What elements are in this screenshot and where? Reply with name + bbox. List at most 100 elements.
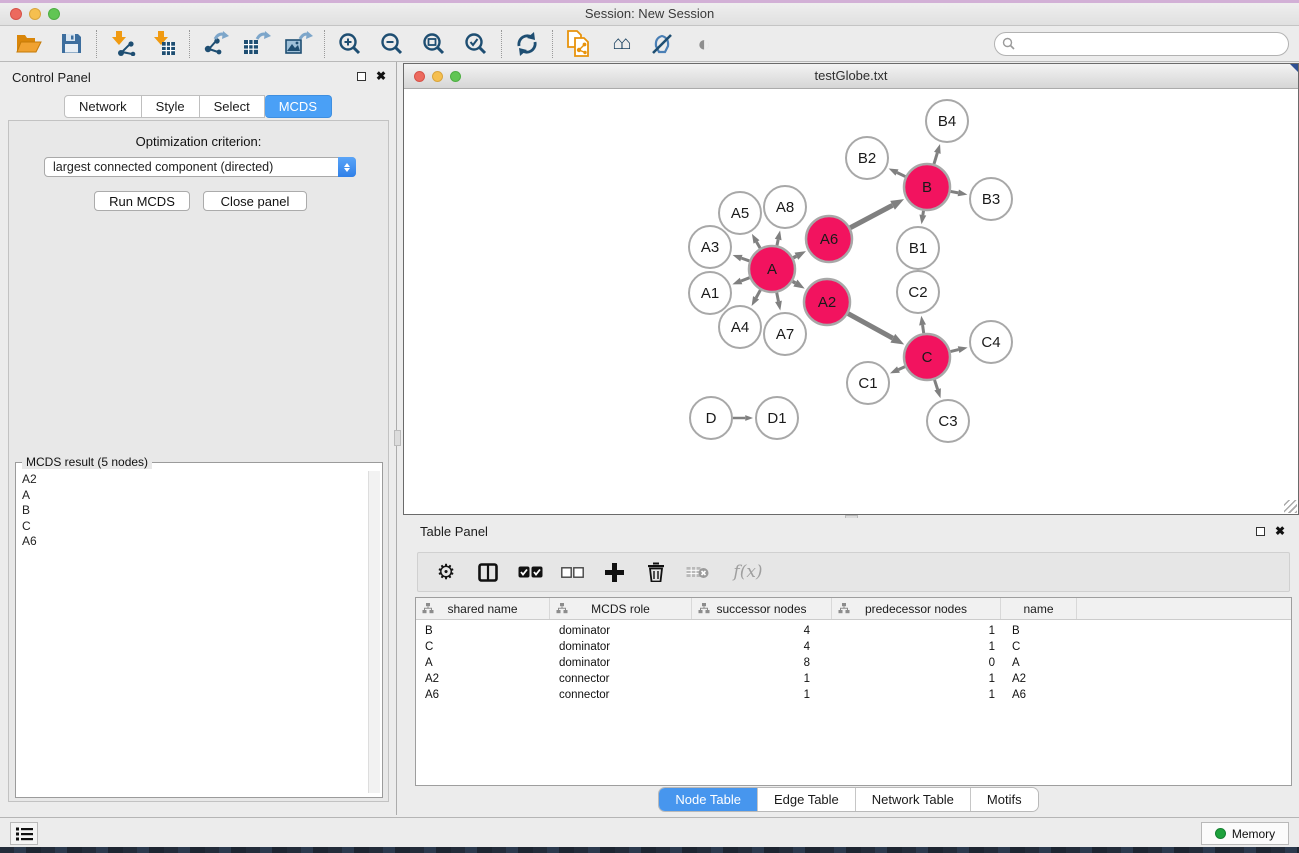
table-cell[interactable]: A2: [416, 673, 550, 685]
zoom-fit-icon[interactable]: [413, 28, 455, 60]
tab-edge-table[interactable]: Edge Table: [757, 788, 855, 811]
deselect-all-icon[interactable]: [558, 558, 586, 586]
table-cell[interactable]: A2: [1001, 673, 1077, 685]
result-scrollbar[interactable]: [368, 471, 380, 793]
eye-icon[interactable]: ◐: [683, 28, 725, 60]
table-cell[interactable]: 0: [832, 657, 1001, 669]
graph-edge[interactable]: [741, 258, 749, 261]
home-icon[interactable]: ⌂⌂: [599, 28, 641, 60]
tab-motifs[interactable]: Motifs: [970, 788, 1038, 811]
column-header-MCDS-role[interactable]: MCDS role: [550, 598, 692, 619]
table-cell[interactable]: 1: [832, 689, 1001, 701]
close-panel-icon[interactable]: ✖: [1275, 525, 1285, 537]
criterion-dropdown[interactable]: largest connected component (directed): [44, 157, 356, 177]
graph-edge[interactable]: [741, 278, 750, 281]
table-cell[interactable]: 1: [692, 689, 832, 701]
table-cell[interactable]: 4: [692, 641, 832, 653]
table-row[interactable]: Adominator80A: [416, 655, 1291, 671]
graph-edge[interactable]: [756, 290, 760, 298]
graph-edge[interactable]: [848, 314, 893, 339]
network-canvas[interactable]: B4B2BB3A8A5A6A3B1AC2A1A2A4A7C4CC1DD1C3: [404, 90, 1298, 514]
graph-edge[interactable]: [777, 293, 779, 302]
export-image-icon[interactable]: [278, 28, 320, 60]
function-builder-icon[interactable]: f(x): [726, 558, 770, 586]
table-cell[interactable]: B: [416, 625, 550, 637]
graph-edge[interactable]: [934, 380, 937, 390]
delete-table-icon[interactable]: [684, 558, 712, 586]
tab-network[interactable]: Network: [64, 95, 142, 118]
float-panel-icon[interactable]: [1256, 527, 1265, 536]
table-cell[interactable]: 1: [692, 673, 832, 685]
table-cell[interactable]: A6: [1001, 689, 1077, 701]
result-item[interactable]: A2: [20, 472, 364, 488]
graph-edge[interactable]: [923, 325, 924, 333]
select-all-icon[interactable]: [516, 558, 544, 586]
result-item[interactable]: A6: [20, 534, 364, 550]
export-network-icon[interactable]: [194, 28, 236, 60]
clone-network-icon[interactable]: [557, 28, 599, 60]
memory-button[interactable]: Memory: [1201, 822, 1289, 845]
table-cell[interactable]: 1: [832, 673, 1001, 685]
graph-edge[interactable]: [777, 240, 778, 246]
table-cell[interactable]: A: [416, 657, 550, 669]
column-header-successor-nodes[interactable]: successor nodes: [692, 598, 832, 619]
graph-edge[interactable]: [897, 172, 905, 176]
delete-column-icon[interactable]: [642, 558, 670, 586]
resize-grip-icon[interactable]: [1284, 500, 1297, 513]
graph-edge[interactable]: [793, 256, 796, 258]
table-cell[interactable]: dominator: [550, 641, 692, 653]
graph-edge[interactable]: [951, 191, 959, 192]
table-row[interactable]: A2connector11A2: [416, 671, 1291, 687]
table-cell[interactable]: A: [1001, 657, 1077, 669]
table-row[interactable]: Cdominator41C: [416, 639, 1291, 655]
tab-node-table[interactable]: Node Table: [659, 788, 757, 811]
export-table-icon[interactable]: [236, 28, 278, 60]
table-cell[interactable]: 1: [832, 625, 1001, 637]
result-item[interactable]: B: [20, 503, 364, 519]
result-item[interactable]: C: [20, 519, 364, 535]
graph-edge[interactable]: [923, 211, 924, 215]
table-cell[interactable]: B: [1001, 625, 1077, 637]
table-cell[interactable]: connector: [550, 673, 692, 685]
column-header-name[interactable]: name: [1001, 598, 1077, 619]
table-cell[interactable]: dominator: [550, 657, 692, 669]
graph-edge[interactable]: [898, 367, 905, 370]
table-row[interactable]: A6connector11A6: [416, 687, 1291, 703]
table-cell[interactable]: connector: [550, 689, 692, 701]
graph-edge[interactable]: [934, 153, 937, 164]
show-hide-graphics-icon[interactable]: [641, 28, 683, 60]
refresh-layout-icon[interactable]: [506, 28, 548, 60]
column-header-shared-name[interactable]: shared name: [416, 598, 550, 619]
zoom-selected-icon[interactable]: [455, 28, 497, 60]
settings-gear-icon[interactable]: ⚙: [432, 558, 460, 586]
zoom-out-icon[interactable]: [371, 28, 413, 60]
tab-style[interactable]: Style: [142, 95, 200, 118]
add-column-icon[interactable]: [600, 558, 628, 586]
table-cell[interactable]: C: [1001, 641, 1077, 653]
graph-edge[interactable]: [950, 350, 958, 352]
network-window-titlebar[interactable]: testGlobe.txt: [404, 64, 1298, 89]
close-panel-button[interactable]: Close panel: [203, 191, 307, 211]
task-history-button[interactable]: [10, 822, 38, 845]
close-panel-icon[interactable]: ✖: [376, 70, 386, 82]
column-header-predecessor-nodes[interactable]: predecessor nodes: [832, 598, 1001, 619]
float-panel-icon[interactable]: [357, 72, 366, 81]
table-cell[interactable]: 1: [832, 641, 1001, 653]
tab-network-table[interactable]: Network Table: [855, 788, 970, 811]
graph-edge[interactable]: [850, 205, 892, 227]
search-input[interactable]: [994, 32, 1289, 56]
run-mcds-button[interactable]: Run MCDS: [94, 191, 190, 211]
table-cell[interactable]: A6: [416, 689, 550, 701]
table-cell[interactable]: C: [416, 641, 550, 653]
split-divider-handle[interactable]: [394, 430, 401, 446]
import-table-icon[interactable]: [143, 28, 185, 60]
graph-edge[interactable]: [757, 242, 761, 248]
zoom-in-icon[interactable]: [329, 28, 371, 60]
table-row[interactable]: Bdominator41B: [416, 623, 1291, 639]
split-view-icon[interactable]: [474, 558, 502, 586]
import-network-icon[interactable]: [101, 28, 143, 60]
tab-select[interactable]: Select: [200, 95, 265, 118]
table-cell[interactable]: 4: [692, 625, 832, 637]
save-session-icon[interactable]: [50, 28, 92, 60]
tab-mcds[interactable]: MCDS: [265, 95, 332, 118]
